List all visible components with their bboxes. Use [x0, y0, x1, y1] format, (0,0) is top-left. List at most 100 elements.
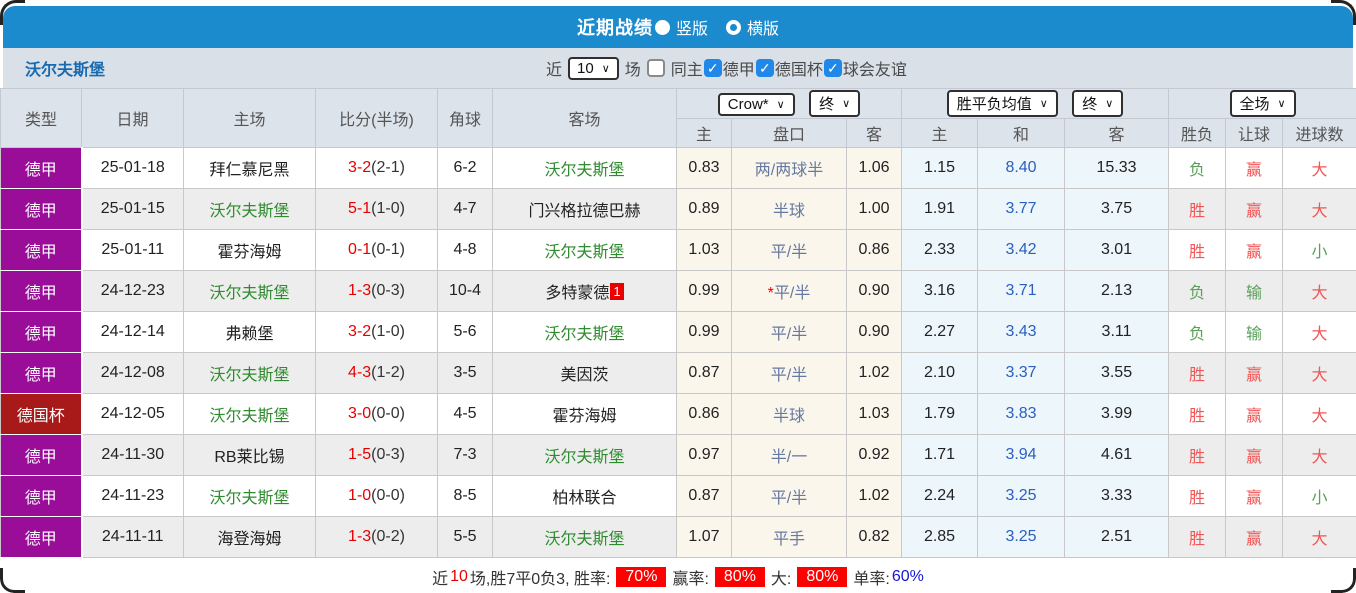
league-filter-checkbox[interactable]: ✓ [703, 59, 722, 77]
league-filter-label[interactable]: 德甲 [723, 56, 755, 80]
table-row: 德甲 24-11-11 海登海姆 1-3(0-2) 5-5 沃尔夫斯堡 1.07… [0, 516, 1356, 558]
same-home-label[interactable]: 同主 [671, 56, 703, 80]
match-date: 24-11-11 [81, 516, 184, 558]
winloss-result: 胜 [1168, 352, 1227, 394]
sub-header-avg-draw: 和 [977, 118, 1066, 148]
results-body: 德甲 25-01-18 拜仁慕尼黑 3-2(2-1) 6-2 沃尔夫斯堡 0.8… [0, 147, 1356, 558]
same-home-checkbox[interactable] [646, 59, 665, 77]
away-team: 沃尔夫斯堡 [492, 516, 677, 558]
radio-vertical-layout[interactable] [654, 19, 670, 35]
handicap-line: 半球 [731, 188, 847, 230]
handicap-line: 平/半 [731, 475, 847, 517]
avg-home-odds: 3.16 [901, 270, 979, 312]
cup-filter-checkbox[interactable]: ✓ [755, 59, 774, 77]
avg-time-select[interactable]: 终 ∨ [1072, 90, 1124, 117]
avg-away-odds: 3.33 [1064, 475, 1170, 517]
title-bar: 近期战绩 竖版 横版 [3, 6, 1353, 48]
handicap-home-odds: 0.87 [676, 475, 732, 517]
handicap-line: 两/两球半 [731, 147, 847, 189]
friendly-filter-checkbox[interactable]: ✓ [823, 59, 842, 77]
avg-home-odds: 1.71 [901, 434, 979, 476]
winloss-result: 负 [1168, 311, 1227, 353]
avg-draw-odds: 3.94 [977, 434, 1066, 476]
sub-header-handicap-home: 主 [676, 118, 732, 148]
radio-vertical-label[interactable]: 竖版 [676, 15, 708, 39]
avg-home-odds: 2.85 [901, 516, 979, 558]
avg-away-odds: 15.33 [1064, 147, 1170, 189]
avg-draw-odds: 3.71 [977, 270, 1066, 312]
match-date: 24-12-08 [81, 352, 184, 394]
radio-horizontal-label[interactable]: 横版 [747, 15, 779, 39]
league-badge: 德甲 [0, 352, 83, 394]
handicap-result: 赢 [1225, 147, 1284, 189]
handicap-away-odds: 0.90 [845, 311, 903, 353]
handicap-line: 半球 [731, 393, 847, 435]
away-team: 沃尔夫斯堡 [492, 229, 677, 271]
handicap-home-odds: 0.83 [676, 147, 732, 189]
win-rate-badge: 70% [616, 566, 667, 587]
corner-count: 10-4 [437, 270, 493, 312]
handicap-result: 赢 [1225, 434, 1284, 476]
home-team: 沃尔夫斯堡 [183, 270, 316, 312]
over-rate-badge: 80% [797, 566, 848, 587]
avg-draw-odds: 3.83 [977, 393, 1066, 435]
card-badge: 1 [610, 283, 624, 300]
handicap-home-odds: 0.86 [676, 393, 732, 435]
match-scope-select[interactable]: 全场 ∨ [1229, 90, 1296, 117]
chevron-down-icon: ∨ [1277, 98, 1286, 110]
avg-odds-select[interactable]: 胜平负均值 ∨ [946, 90, 1058, 117]
avg-away-odds: 2.13 [1064, 270, 1170, 312]
home-team: 拜仁慕尼黑 [183, 147, 316, 189]
corner-count: 4-7 [437, 188, 493, 230]
corner-count: 4-8 [437, 229, 493, 271]
page-title: 近期战绩 [576, 18, 653, 38]
sub-header-winloss: 胜负 [1168, 118, 1227, 148]
handicap-home-odds: 0.87 [676, 352, 732, 394]
score-cell: 4-3(1-2) [315, 352, 438, 394]
col-header-corner: 角球 [437, 88, 493, 148]
score-cell: 3-2(1-0) [315, 311, 438, 353]
home-team: 海登海姆 [183, 516, 316, 558]
cup-filter-label[interactable]: 德国杯 [775, 56, 823, 80]
table-row: 德甲 24-11-23 沃尔夫斯堡 1-0(0-0) 8-5 柏林联合 0.87… [0, 475, 1356, 517]
handicap-odds-group-header: Crow* ∨ 终 ∨ [675, 88, 903, 119]
away-team: 沃尔夫斯堡 [492, 147, 677, 189]
team-name-link[interactable]: 沃尔夫斯堡 [25, 56, 105, 80]
score-cell: 3-2(2-1) [315, 147, 438, 189]
avg-home-odds: 1.79 [901, 393, 979, 435]
avg-home-odds: 2.33 [901, 229, 979, 271]
handicap-result: 输 [1225, 311, 1284, 353]
sub-header-goals: 进球数 [1282, 118, 1356, 148]
score-cell: 0-1(0-1) [315, 229, 438, 271]
avg-home-odds: 1.15 [901, 147, 979, 189]
near-label: 近 [546, 62, 563, 79]
goals-result: 大 [1282, 393, 1356, 435]
avg-draw-odds: 3.77 [977, 188, 1066, 230]
games-count-select[interactable]: 10 ∨ [568, 56, 619, 80]
odds-provider-select[interactable]: Crow* ∨ [717, 93, 795, 116]
winloss-result: 胜 [1168, 229, 1227, 271]
handicap-away-odds: 1.03 [845, 393, 903, 435]
friendly-filter-label[interactable]: 球会友谊 [843, 56, 907, 80]
sub-header-handicap-result: 让球 [1225, 118, 1284, 148]
radio-horizontal-layout[interactable] [726, 19, 741, 35]
score-cell: 1-3(0-3) [315, 270, 438, 312]
col-header-score: 比分(半场) [315, 88, 438, 148]
away-team: 美因茨 [492, 352, 677, 394]
handicap-home-odds: 0.89 [676, 188, 732, 230]
handicap-time-select[interactable]: 终 ∨ [809, 90, 861, 117]
winloss-result: 胜 [1168, 516, 1227, 558]
chevron-down-icon: ∨ [1105, 98, 1114, 110]
table-row: 德国杯 24-12-05 沃尔夫斯堡 3-0(0-0) 4-5 霍芬海姆 0.8… [0, 393, 1356, 435]
home-team: 沃尔夫斯堡 [183, 393, 316, 435]
handicap-line: 平/半 [731, 311, 847, 353]
corner-count: 5-6 [437, 311, 493, 353]
home-team: 沃尔夫斯堡 [183, 475, 316, 517]
match-date: 24-11-30 [81, 434, 184, 476]
home-team: RB莱比锡 [183, 434, 316, 476]
match-date: 24-12-05 [81, 393, 184, 435]
handicap-home-odds: 0.99 [676, 270, 732, 312]
handicap-away-odds: 0.90 [845, 270, 903, 312]
goals-result: 大 [1282, 434, 1356, 476]
avg-away-odds: 3.11 [1064, 311, 1170, 353]
